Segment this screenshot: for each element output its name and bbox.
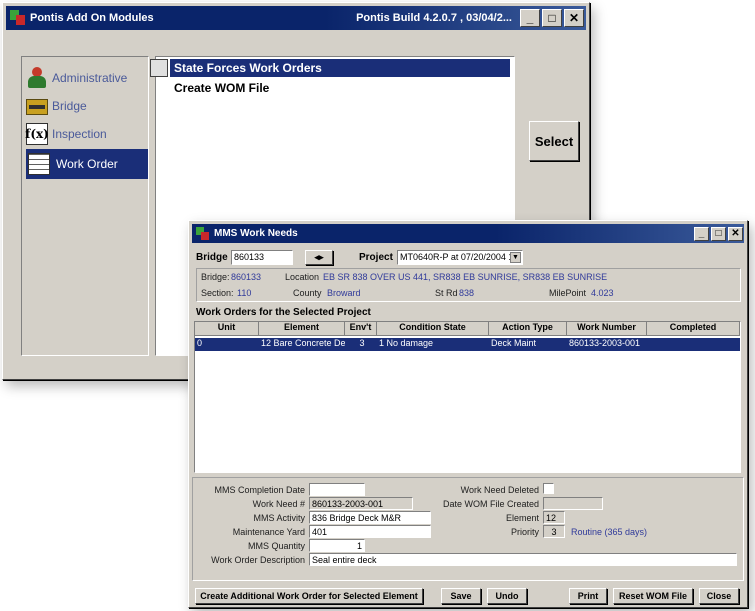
element-label: Element: [505, 513, 539, 523]
mms-activity-input[interactable]: 836 Bridge Deck M&R: [309, 511, 431, 524]
column-header-unit[interactable]: Unit: [195, 322, 259, 336]
info-county-label: County: [293, 288, 322, 298]
module-item-bridge[interactable]: Bridge: [26, 93, 146, 119]
info-milepoint-label: MilePoint: [549, 288, 587, 298]
work-need-field: 860133-2003-001: [309, 497, 413, 510]
module-label: Administrative: [52, 71, 128, 85]
maintenance-yard-input[interactable]: 401: [309, 525, 431, 538]
column-header-work-number[interactable]: Work Number: [567, 322, 647, 336]
priority-field: 3: [543, 525, 565, 538]
build-label: Pontis Build 4.2.0.7 , 03/04/2...: [356, 12, 512, 24]
close-window-button[interactable]: Close: [699, 588, 739, 604]
grid-header: Unit Element Env't Condition State Actio…: [195, 322, 740, 336]
print-button[interactable]: Print: [569, 588, 607, 604]
bridge-info-group: Bridge: 860133 Location EB SR 838 OVER U…: [196, 268, 741, 302]
wom-created-label: Date WOM File Created: [442, 499, 539, 509]
window-title: MMS Work Needs: [214, 228, 298, 239]
maintenance-yard-label: Maintenance Yard: [232, 527, 305, 537]
mms-quantity-input[interactable]: 1: [309, 539, 365, 552]
bridge-icon: [26, 95, 48, 117]
undo-button[interactable]: Undo: [487, 588, 527, 604]
maximize-button[interactable]: □: [711, 226, 726, 241]
column-header-condition[interactable]: Condition State: [377, 322, 489, 336]
cell-envt: 3: [359, 338, 365, 348]
element-field: 12: [543, 511, 565, 524]
work-needs-title-bar[interactable]: MMS Work Needs _ □ ✕: [192, 224, 744, 243]
work-orders-grid: Unit Element Env't Condition State Actio…: [194, 321, 741, 473]
info-bridge-value: 860133: [231, 272, 262, 282]
cell-work-number: 860133-2003-001: [569, 338, 641, 348]
completion-date-label: MMS Completion Date: [214, 485, 305, 495]
admin-icon: [26, 67, 48, 89]
pontis-logo-icon: [10, 10, 26, 26]
mms-quantity-label: MMS Quantity: [247, 541, 305, 551]
completion-date-input[interactable]: [309, 483, 365, 496]
info-section-label: Section:: [201, 288, 234, 298]
work-need-deleted-checkbox[interactable]: [543, 483, 554, 494]
module-item-work-order[interactable]: Work Order: [26, 149, 148, 179]
project-select[interactable]: MT0640R-P at 07/20/2004 15 ▼: [397, 250, 523, 265]
window-title: Pontis Add On Modules: [30, 12, 154, 24]
info-location-label: Location: [285, 272, 320, 282]
minimize-button[interactable]: _: [694, 226, 709, 241]
task-item-create-wom[interactable]: Create WOM File: [170, 79, 510, 97]
work-need-deleted-label: Work Need Deleted: [460, 485, 539, 495]
work-need-label: Work Need #: [252, 499, 305, 509]
wom-created-field: [543, 497, 603, 510]
cell-condition: 1 No damage: [379, 338, 434, 348]
info-location-value: EB SR 838 OVER US 441, SR838 EB SUNRISE,…: [323, 272, 608, 282]
grid-title: Work Orders for the Selected Project: [196, 307, 371, 318]
info-strd-label: St Rd: [435, 288, 458, 298]
cell-unit: 0: [197, 338, 203, 348]
module-label: Inspection: [52, 127, 107, 141]
maximize-button[interactable]: □: [542, 9, 562, 27]
info-strd-value: 838: [459, 288, 475, 298]
project-value: MT0640R-P at 07/20/2004 15: [400, 252, 519, 262]
module-item-administrative[interactable]: Administrative: [26, 65, 146, 91]
close-button[interactable]: ✕: [728, 226, 743, 241]
info-county-value: Broward: [327, 288, 361, 298]
work-needs-window: MMS Work Needs _ □ ✕ Bridge 860133 ◂▸ Pr…: [188, 220, 748, 608]
module-item-inspection[interactable]: f(x) Inspection: [25, 121, 146, 147]
description-input[interactable]: Seal entire deck: [309, 553, 737, 566]
info-bridge-label: Bridge:: [201, 272, 230, 282]
column-header-action[interactable]: Action Type: [489, 322, 567, 336]
table-row[interactable]: 0 12 Bare Concrete Deck 3 1 No damage De…: [195, 338, 740, 351]
work-order-icon: [28, 153, 50, 175]
info-section-value: 110: [237, 288, 252, 298]
info-milepoint-value: 4.023: [591, 288, 614, 298]
column-header-completed[interactable]: Completed: [647, 322, 740, 336]
modules-title-bar[interactable]: Pontis Add On Modules Pontis Build 4.2.0…: [6, 6, 586, 30]
bridge-lookup-button[interactable]: ◂▸: [305, 250, 333, 265]
task-icon: [150, 59, 168, 77]
module-label: Work Order: [56, 157, 118, 171]
save-button[interactable]: Save: [441, 588, 481, 604]
priority-text: Routine (365 days): [571, 527, 648, 537]
inspection-icon: f(x): [25, 123, 49, 145]
work-order-form: MMS Completion Date Work Need # 860133-2…: [192, 477, 744, 581]
cell-element: 12 Bare Concrete Deck: [261, 338, 345, 348]
column-header-envt[interactable]: Env't: [345, 322, 377, 336]
task-item-state-forces[interactable]: State Forces Work Orders: [170, 59, 510, 77]
module-label: Bridge: [52, 99, 87, 113]
chevron-down-icon[interactable]: ▼: [510, 252, 521, 263]
module-sidebar: Administrative Bridge f(x) Inspection Wo…: [21, 56, 149, 356]
priority-label: Priority: [510, 527, 539, 537]
close-button[interactable]: ✕: [564, 9, 584, 27]
create-additional-work-order-button[interactable]: Create Additional Work Order for Selecte…: [195, 588, 423, 604]
cell-completed: [647, 338, 740, 350]
column-header-element[interactable]: Element: [259, 322, 345, 336]
cell-action: Deck Maint: [491, 338, 537, 348]
pontis-logo-icon: [196, 226, 210, 241]
minimize-button[interactable]: _: [520, 9, 540, 27]
bridge-input[interactable]: 860133: [231, 250, 293, 265]
description-label: Work Order Description: [211, 555, 305, 565]
bridge-label: Bridge: [196, 252, 228, 263]
reset-wom-file-button[interactable]: Reset WOM File: [613, 588, 693, 604]
mms-activity-label: MMS Activity: [253, 513, 305, 523]
project-label: Project: [359, 252, 393, 263]
select-button[interactable]: Select: [529, 121, 579, 161]
